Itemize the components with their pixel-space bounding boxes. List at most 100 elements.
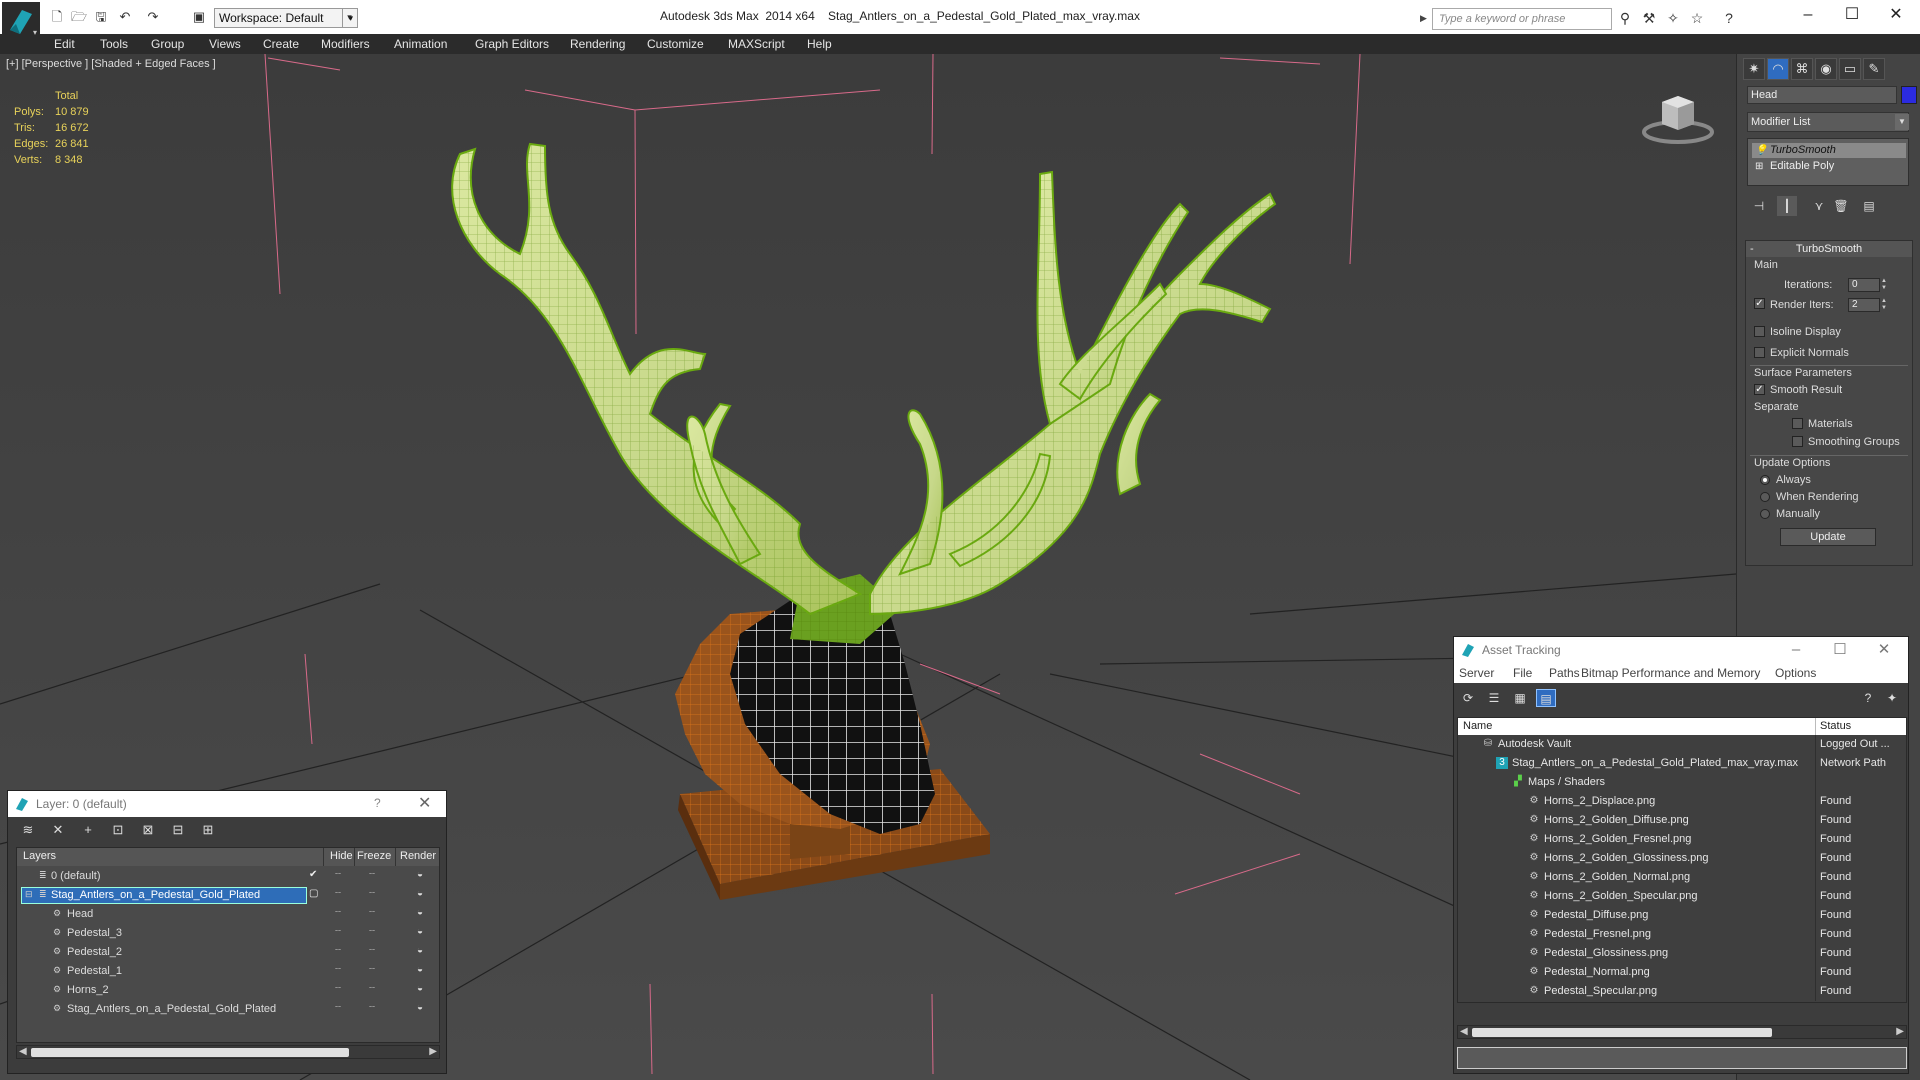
freeze-toggle-icon[interactable]: ╌ [369, 888, 375, 899]
column-header-status[interactable]: Status [1820, 720, 1851, 732]
asset-menu-server[interactable]: Server [1459, 666, 1494, 680]
menu-views[interactable]: Views [209, 37, 241, 51]
freeze-toggle-icon[interactable]: ╌ [369, 907, 375, 918]
make-unique-icon[interactable]: ⋎ [1809, 196, 1829, 216]
delete-layer-icon[interactable]: ✕ [48, 821, 68, 839]
layer-row[interactable]: ≣ 0 (default) ✔ ╌ ╌ ◒ [17, 867, 439, 886]
modify-tab-icon[interactable]: ◠ [1767, 58, 1789, 80]
menu-group[interactable]: Group [151, 37, 184, 51]
hide-toggle-icon[interactable]: ╌ [335, 888, 341, 899]
scroll-left-icon[interactable]: ◀ [1460, 1026, 1468, 1037]
render-iters-checkbox[interactable]: ✓ [1754, 298, 1765, 309]
expand-icon[interactable]: ⊞ [1755, 159, 1763, 174]
app-logo-icon[interactable]: ▾ [2, 2, 40, 40]
show-end-result-icon[interactable]: ┃ [1777, 196, 1797, 216]
object-color-swatch[interactable] [1901, 86, 1917, 104]
rollout-header[interactable]: - TurboSmooth [1746, 241, 1912, 257]
asset-row[interactable]: ⚙ Pedestal_Glossiness.png Found [1458, 944, 1906, 963]
refresh-icon[interactable]: ⟳ [1458, 689, 1478, 707]
undo-icon[interactable]: ↶ [116, 9, 134, 25]
asset-menu-paths[interactable]: Paths [1549, 666, 1580, 680]
hide-toggle-icon[interactable]: ╌ [335, 964, 341, 975]
create-layer-icon[interactable]: + [78, 821, 98, 839]
close-icon[interactable]: ✕ [1866, 639, 1902, 661]
utilities-tab-icon[interactable]: ✎ [1863, 58, 1885, 80]
freeze-toggle-icon[interactable]: ╌ [369, 926, 375, 937]
spinner-arrows-icon[interactable]: ▲ ▼ [1880, 278, 1888, 292]
update-button[interactable]: Update [1780, 528, 1876, 546]
smooth-result-checkbox[interactable]: ✓ [1754, 384, 1765, 395]
always-radio[interactable] [1760, 475, 1770, 485]
iterations-spinner[interactable]: 0 [1848, 278, 1880, 292]
asset-row[interactable]: ⚙ Pedestal_Normal.png Found [1458, 963, 1906, 982]
smoothing-groups-checkbox[interactable] [1792, 436, 1803, 447]
layer-row[interactable]: ⚙ Horns_2 ╌ ╌ ◒ [17, 981, 439, 1000]
render-iters-spinner[interactable]: 2 [1848, 298, 1880, 312]
menu-modifiers[interactable]: Modifiers [321, 37, 370, 51]
collapse-icon[interactable]: ⊟ [25, 889, 33, 900]
redo-icon[interactable]: ↷ [144, 9, 162, 25]
scroll-right-icon[interactable]: ▶ [429, 1046, 437, 1057]
hide-toggle-icon[interactable]: ╌ [335, 945, 341, 956]
menu-tools[interactable]: Tools [100, 37, 128, 51]
asset-row[interactable]: ⚙ Horns_2_Golden_Fresnel.png Found [1458, 830, 1906, 849]
hide-toggle-icon[interactable]: ╌ [335, 983, 341, 994]
menu-help[interactable]: Help [807, 37, 832, 51]
open-file-icon[interactable]: 🗁 [70, 9, 88, 25]
render-teapot-icon[interactable]: ◒ [417, 964, 423, 975]
render-teapot-icon[interactable]: ◒ [417, 983, 423, 994]
hierarchy-tab-icon[interactable]: ⌘ [1791, 58, 1813, 80]
stack-item-editable-poly[interactable]: ⊞ Editable Poly [1752, 159, 1906, 174]
layers-manager-icon[interactable]: ≋ [18, 821, 38, 839]
freeze-toggle-icon[interactable]: ╌ [369, 964, 375, 975]
render-teapot-icon[interactable]: ◒ [417, 926, 423, 937]
layer-row[interactable]: ⚙ Head ╌ ╌ ◒ [17, 905, 439, 924]
layer-row[interactable]: ⊟ ≣ Stag_Antlers_on_a_Pedestal_Gold_Plat… [17, 886, 439, 905]
list-view-icon[interactable]: ☰ [1484, 689, 1504, 707]
menu-customize[interactable]: Customize [647, 37, 704, 51]
maximize-icon[interactable]: ☐ [1822, 639, 1858, 661]
hide-toggle-icon[interactable]: ╌ [335, 1002, 341, 1013]
thumbnail-view-icon[interactable]: ▦ [1510, 689, 1530, 707]
minimize-icon[interactable]: – [1788, 4, 1828, 26]
modifier-list-dropdown[interactable]: Modifier List [1747, 112, 1909, 132]
asset-row[interactable]: ⚙ Horns_2_Golden_Diffuse.png Found [1458, 811, 1906, 830]
create-tab-icon[interactable]: ✷ [1743, 58, 1765, 80]
render-teapot-icon[interactable]: ◒ [417, 945, 423, 956]
freeze-toggle-icon[interactable]: ╌ [369, 869, 375, 880]
asset-row[interactable]: ⚙ Pedestal_Diffuse.png Found [1458, 906, 1906, 925]
asset-row[interactable]: ⚙ Horns_2_Displace.png Found [1458, 792, 1906, 811]
freeze-toggle-icon[interactable]: ╌ [369, 1002, 375, 1013]
viewcube-icon[interactable] [1640, 88, 1716, 148]
search-expand-icon[interactable]: ▶ [1420, 13, 1427, 24]
menu-graph-editors[interactable]: Graph Editors [475, 37, 549, 51]
layer-row[interactable]: ⚙ Pedestal_2 ╌ ╌ ◒ [17, 943, 439, 962]
manually-radio[interactable] [1760, 509, 1770, 519]
search-input[interactable]: Type a keyword or phrase [1432, 8, 1612, 30]
subscription-icon[interactable]: ⚒ [1640, 10, 1658, 26]
render-teapot-icon[interactable]: ◒ [417, 1002, 423, 1013]
asset-menu-bitmap-performance[interactable]: Bitmap Performance and Memory [1581, 666, 1760, 680]
add-selection-icon[interactable]: ⊡ [108, 821, 128, 839]
workspace-more-button[interactable]: ▾ [342, 8, 356, 28]
communication-icon[interactable]: ✧ [1664, 10, 1682, 26]
make-current-box-icon[interactable]: ▢ [309, 888, 318, 899]
asset-row[interactable]: ⚙ Horns_2_Golden_Glossiness.png Found [1458, 849, 1906, 868]
render-teapot-icon[interactable]: ◒ [417, 869, 423, 880]
spinner-arrows-icon[interactable]: ▲ ▼ [1880, 298, 1888, 312]
close-icon[interactable]: ✕ [1876, 4, 1916, 26]
hide-toggle-icon[interactable]: ╌ [335, 926, 341, 937]
display-tab-icon[interactable]: ▭ [1839, 58, 1861, 80]
maximize-icon[interactable]: ☐ [1832, 4, 1872, 26]
render-teapot-icon[interactable]: ◒ [417, 888, 423, 899]
when-rendering-radio[interactable] [1760, 492, 1770, 502]
minimize-icon[interactable]: – [1778, 639, 1814, 661]
horizontal-scrollbar[interactable]: ◀ ▶ [1457, 1025, 1907, 1039]
menu-create[interactable]: Create [263, 37, 299, 51]
scrollbar-thumb[interactable] [31, 1048, 349, 1057]
help-icon[interactable]: ? [1858, 689, 1878, 707]
highlight-layer-icon[interactable]: ⊟ [168, 821, 188, 839]
configure-modifier-sets-icon[interactable]: ▤ [1859, 196, 1879, 216]
hide-toggle-icon[interactable]: ╌ [335, 907, 341, 918]
hide-toggle-icon[interactable]: ╌ [335, 869, 341, 880]
